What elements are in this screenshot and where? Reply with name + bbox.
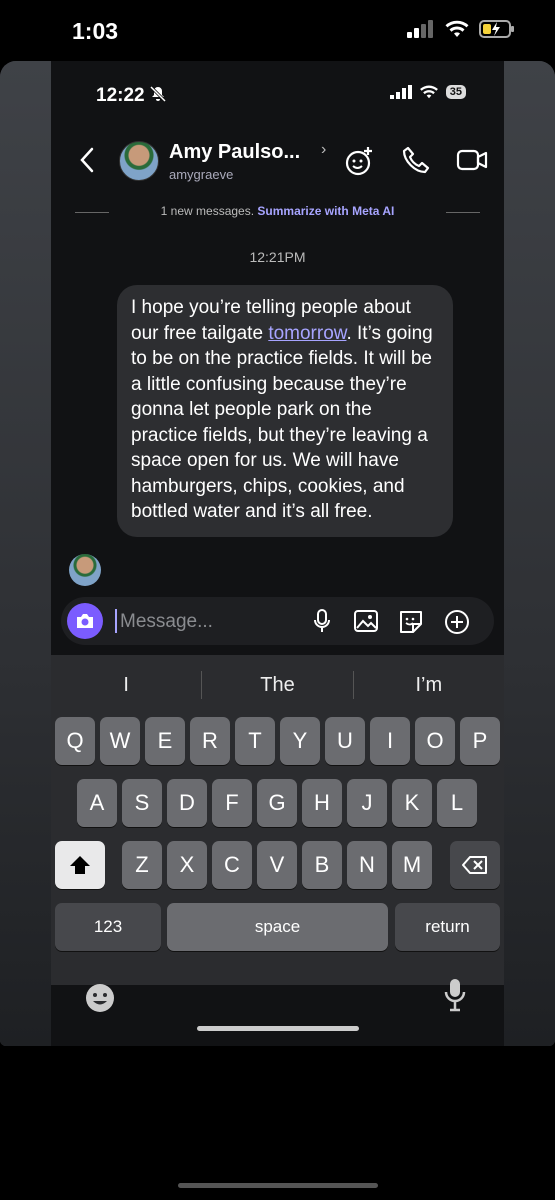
video-call-icon[interactable] [456,145,488,175]
app-screenshot-frame: 12:22 35 Amy Paulso... › amygraeve 1 new… [0,61,555,1046]
back-chevron-icon[interactable] [79,147,95,173]
shift-key[interactable] [55,841,105,889]
message-timestamp: 12:21PM [249,249,306,265]
emoji-icon[interactable] [84,982,116,1014]
frame-left-edge [0,61,51,1046]
battery-level: 35 [445,85,466,99]
phone-icon[interactable] [401,145,431,175]
camera-button[interactable] [67,603,103,639]
key-w[interactable]: W [100,717,140,765]
wifi-icon [445,20,469,37]
summarize-meta-ai-link[interactable]: Summarize with Meta AI [257,204,394,218]
key-g[interactable]: G [257,779,297,827]
key-e[interactable]: E [145,717,185,765]
key-a[interactable]: A [77,779,117,827]
key-l[interactable]: L [437,779,477,827]
backspace-icon [462,856,487,874]
microphone-icon[interactable] [313,609,331,633]
bell-slash-icon [149,85,166,103]
contact-name[interactable]: Amy Paulso... [169,141,300,164]
return-key[interactable]: return [395,903,500,951]
add-circle-icon[interactable] [444,609,470,635]
key-i[interactable]: I [370,717,410,765]
key-v[interactable]: V [257,841,297,889]
outer-clock: 1:03 [72,18,119,44]
signal-icon [407,20,433,38]
message-input[interactable] [118,608,302,636]
frame-right-edge [504,61,555,1046]
dictation-mic-icon[interactable] [444,978,466,1012]
numbers-key[interactable]: 123 [55,903,161,951]
delete-key[interactable] [450,841,500,889]
shift-arrow-icon [70,856,90,874]
sticker-icon[interactable] [398,609,424,633]
message-bubble[interactable]: I hope you’re telling people about our f… [117,285,453,537]
gallery-icon[interactable] [353,609,379,633]
key-m[interactable]: M [392,841,432,889]
new-messages-divider: 1 new messages. Summarize with Meta AI [51,198,504,228]
suggestion-2[interactable]: The [202,665,352,705]
key-q[interactable]: Q [55,717,95,765]
key-o[interactable]: O [415,717,455,765]
camera-icon [77,614,93,628]
key-k[interactable]: K [392,779,432,827]
new-messages-notice: 1 new messages. Summarize with Meta AI [51,204,504,218]
message-text-post: . It’s going to be on the practice field… [131,322,433,523]
suggestion-1[interactable]: I [51,665,201,705]
wifi-icon [419,85,438,99]
group-add-icon[interactable] [344,145,376,177]
outer-status-bar: 1:03 [0,0,555,62]
new-messages-text: 1 new messages. [160,204,255,218]
space-key[interactable]: space [167,903,388,951]
battery-charging-icon [479,20,514,38]
key-n[interactable]: N [347,841,387,889]
contact-avatar[interactable] [119,141,159,181]
key-y[interactable]: Y [280,717,320,765]
signal-icon [389,85,412,99]
key-b[interactable]: B [302,841,342,889]
chat-header: Amy Paulso... › amygraeve [51,131,504,191]
key-h[interactable]: H [302,779,342,827]
key-u[interactable]: U [325,717,365,765]
suggestion-bar: I The I’m [51,665,504,705]
chevron-right-icon[interactable]: › [321,141,326,159]
text-caret [115,609,117,633]
inner-status-icons: 35 [389,85,466,99]
outer-status-icons [407,20,515,38]
sender-avatar[interactable] [69,554,101,586]
date-link[interactable]: tomorrow [268,323,346,344]
outer-home-indicator [178,1183,378,1188]
key-t[interactable]: T [235,717,275,765]
home-indicator [197,1026,359,1031]
key-z[interactable]: Z [122,841,162,889]
key-s[interactable]: S [122,779,162,827]
key-f[interactable]: F [212,779,252,827]
key-d[interactable]: D [167,779,207,827]
key-p[interactable]: P [460,717,500,765]
key-x[interactable]: X [167,841,207,889]
key-c[interactable]: C [212,841,252,889]
inner-status-bar: 12:22 35 [51,61,504,121]
suggestion-3[interactable]: I’m [354,665,504,705]
key-r[interactable]: R [190,717,230,765]
keyboard: I The I’m Q W E R T Y U I O P A S D F G … [51,655,504,1012]
message-composer [61,597,494,645]
contact-handle: amygraeve [169,167,234,182]
key-j[interactable]: J [347,779,387,827]
divider-line-right [446,212,480,213]
inner-clock: 12:22 [96,85,166,107]
